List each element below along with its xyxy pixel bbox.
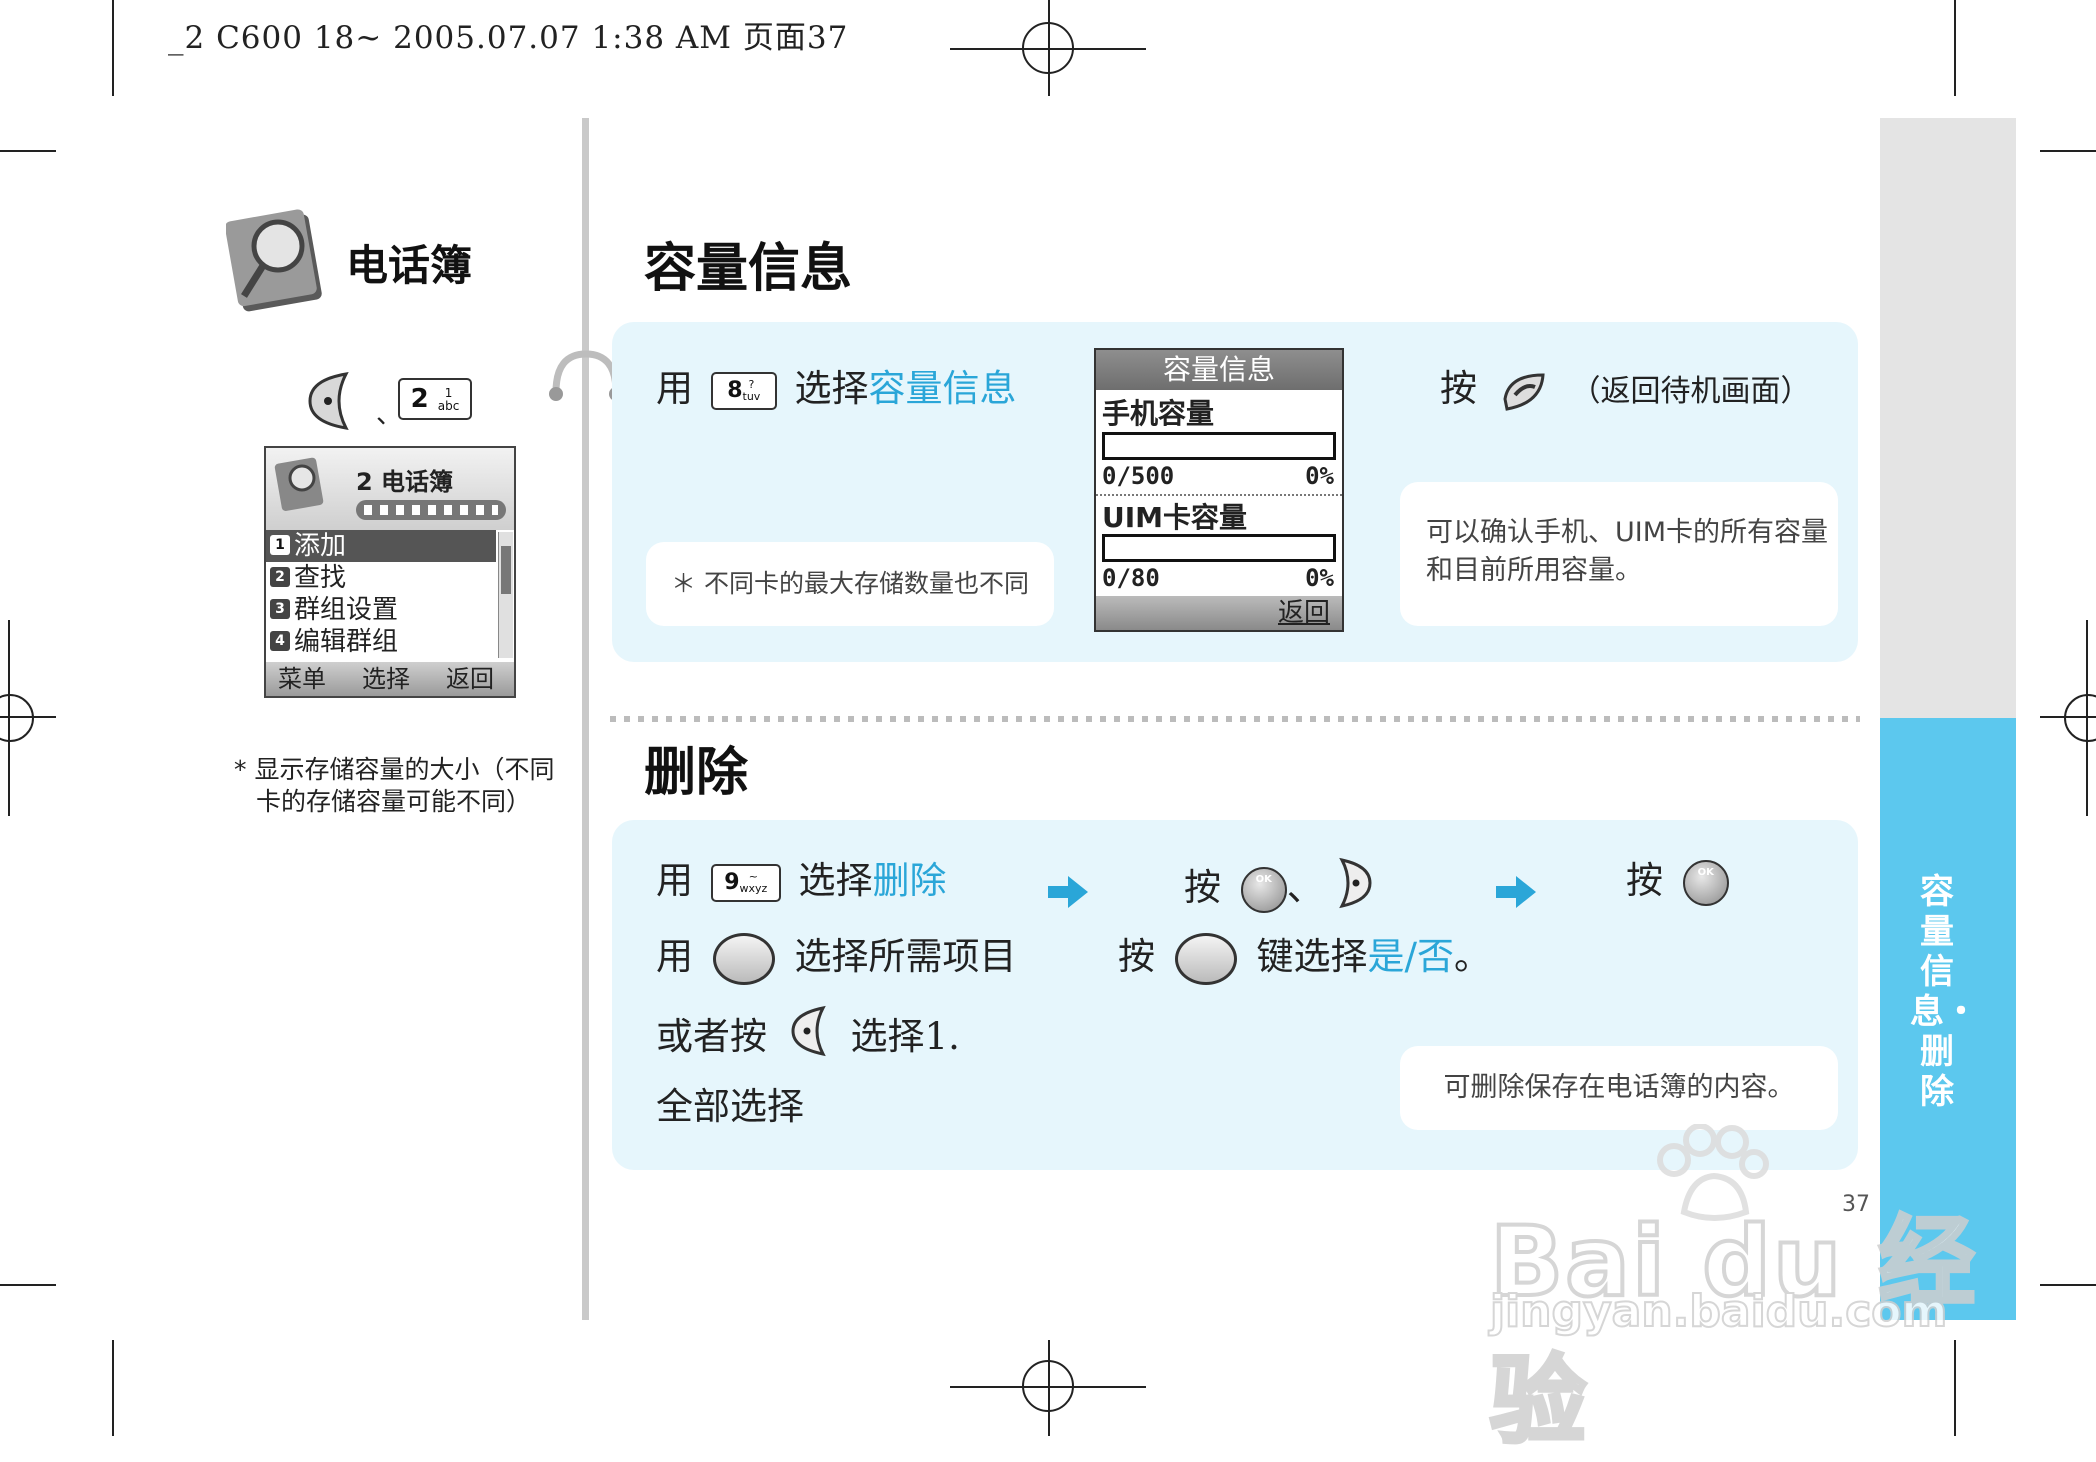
menu-item[interactable]: 2 查找	[266, 562, 496, 594]
crop-mark	[2040, 1284, 2096, 1286]
yes-no-highlight: 是/否	[1367, 935, 1454, 978]
phone-capacity-count: 0/500	[1102, 462, 1175, 490]
menu-title: 2 电话簿	[356, 468, 454, 496]
nav-left-key-icon[interactable]	[789, 1004, 829, 1073]
ok-button-icon[interactable]: OK	[1240, 866, 1287, 913]
softkey-back[interactable]: 返回	[1278, 596, 1330, 630]
key-2-button[interactable]: 2 1 abc	[398, 378, 472, 420]
phonebook-icon	[274, 457, 324, 511]
phone-capacity-bar	[1102, 432, 1336, 460]
arrow-right-icon	[1496, 876, 1536, 908]
delete-step2b: 按 键选择是/否。	[1118, 930, 1491, 985]
delete-row1: 用 9 ~ wxyz 选择删除	[656, 859, 947, 902]
registration-mark	[2064, 694, 2096, 742]
crop-mark	[0, 1284, 56, 1286]
print-header: _2 C600 18~ 2005.07.07 1:38 AM 页面37	[168, 20, 849, 56]
delete-row2: 用 选择所需项目	[656, 930, 1017, 985]
capacity-step1: 用 8? tuv 选择容量信息	[656, 367, 1017, 410]
capacity-heading: 容量信息	[644, 239, 853, 299]
delete-note: 可删除保存在电话簿的内容。	[1400, 1046, 1838, 1130]
menu-item[interactable]: 1 添加	[266, 530, 496, 562]
arrow-right-icon	[1048, 876, 1088, 908]
crop-mark	[1954, 0, 1956, 96]
menu-screen: 2 电话簿 1 添加 2 查找 3 群组设置 4 编辑群组 菜单 选择 返回	[264, 446, 516, 698]
capacity-softkey-bar: 返回	[1096, 596, 1342, 630]
delete-row4: 全部选择	[656, 1085, 804, 1128]
capacity-step2: 按 （返回待机画面）	[1440, 364, 1811, 417]
baidu-watermark: Bai du 经验 jingyan.baidu.com	[1488, 1124, 1990, 1459]
ok-button-icon[interactable]: OK	[1682, 859, 1729, 906]
softkey-menu[interactable]: 菜单	[278, 662, 326, 696]
key-digit: 2	[410, 384, 429, 414]
delete-row3: 或者按 选择1.	[656, 1004, 960, 1073]
capacity-highlight: 容量信息	[868, 367, 1017, 410]
menu-item[interactable]: 3 群组设置	[266, 594, 496, 626]
uim-capacity-bar	[1102, 534, 1336, 562]
menu-page-indicator	[356, 500, 506, 520]
key-subbot: abc	[437, 398, 460, 413]
delete-highlight: 删除	[872, 859, 947, 902]
menu-item[interactable]: 4 编辑群组	[266, 626, 496, 658]
delete-heading: 删除	[644, 743, 749, 803]
side-tab-label: 容量信息・删除	[1910, 872, 1978, 1112]
registration-mark	[0, 694, 34, 742]
registration-mark	[1022, 22, 1074, 74]
column-divider	[582, 118, 589, 1320]
key-8-button[interactable]: 8? tuv	[710, 371, 777, 410]
section-divider	[610, 716, 1860, 722]
crop-mark	[2040, 150, 2096, 152]
nav-right-key-icon[interactable]	[1336, 856, 1372, 923]
section-title: 电话簿	[346, 241, 473, 290]
capacity-note-right: 可以确认手机、UIM卡的所有容量 和目前所用容量。	[1400, 482, 1838, 626]
side-tab-upper	[1880, 118, 2016, 718]
softkey-back[interactable]: 返回	[446, 662, 494, 696]
crop-mark	[112, 0, 114, 96]
capacity-screen-title: 容量信息	[1096, 350, 1342, 390]
registration-mark	[1022, 1360, 1074, 1412]
return-standby-note: （返回待机画面）	[1570, 374, 1811, 409]
end-key-icon[interactable]	[1499, 369, 1549, 413]
uim-capacity-percent: 0%	[1305, 564, 1334, 592]
phone-capacity-percent: 0%	[1305, 462, 1334, 490]
phone-capacity-label: 手机容量	[1102, 397, 1215, 430]
key-9-button[interactable]: 9 ~ wxyz	[710, 863, 781, 902]
delete-step2: 按 OK、	[1184, 856, 1372, 923]
nav-left-key-icon[interactable]	[306, 370, 354, 432]
watermark-url: jingyan.baidu.com	[1489, 1285, 1948, 1338]
delete-step3: 按 OK	[1626, 856, 1729, 906]
crop-mark	[112, 1340, 114, 1436]
nav-key-icon[interactable]	[712, 932, 775, 985]
key-subtop: 1	[444, 385, 453, 400]
nav-key-icon[interactable]	[1174, 932, 1237, 985]
softkey-select[interactable]: 选择	[362, 662, 410, 696]
section-footnote: * 显示存储容量的大小（不同 卡的存储容量可能不同）	[234, 755, 555, 816]
capacity-screen: 容量信息 手机容量 0/500 0% UIM卡容量 0/80 0% 返回	[1094, 348, 1344, 632]
menu-softkeys: 菜单 选择 返回	[266, 662, 514, 696]
uim-capacity-count: 0/80	[1102, 564, 1160, 592]
menu-list: 1 添加 2 查找 3 群组设置 4 编辑群组	[266, 530, 496, 660]
capacity-note-left: ＊ 不同卡的最大存储数量也不同	[646, 542, 1054, 626]
phonebook-icon	[226, 209, 322, 312]
menu-scrollbar[interactable]	[498, 532, 513, 658]
uim-capacity-label: UIM卡容量	[1102, 501, 1248, 534]
crop-mark	[0, 150, 56, 152]
